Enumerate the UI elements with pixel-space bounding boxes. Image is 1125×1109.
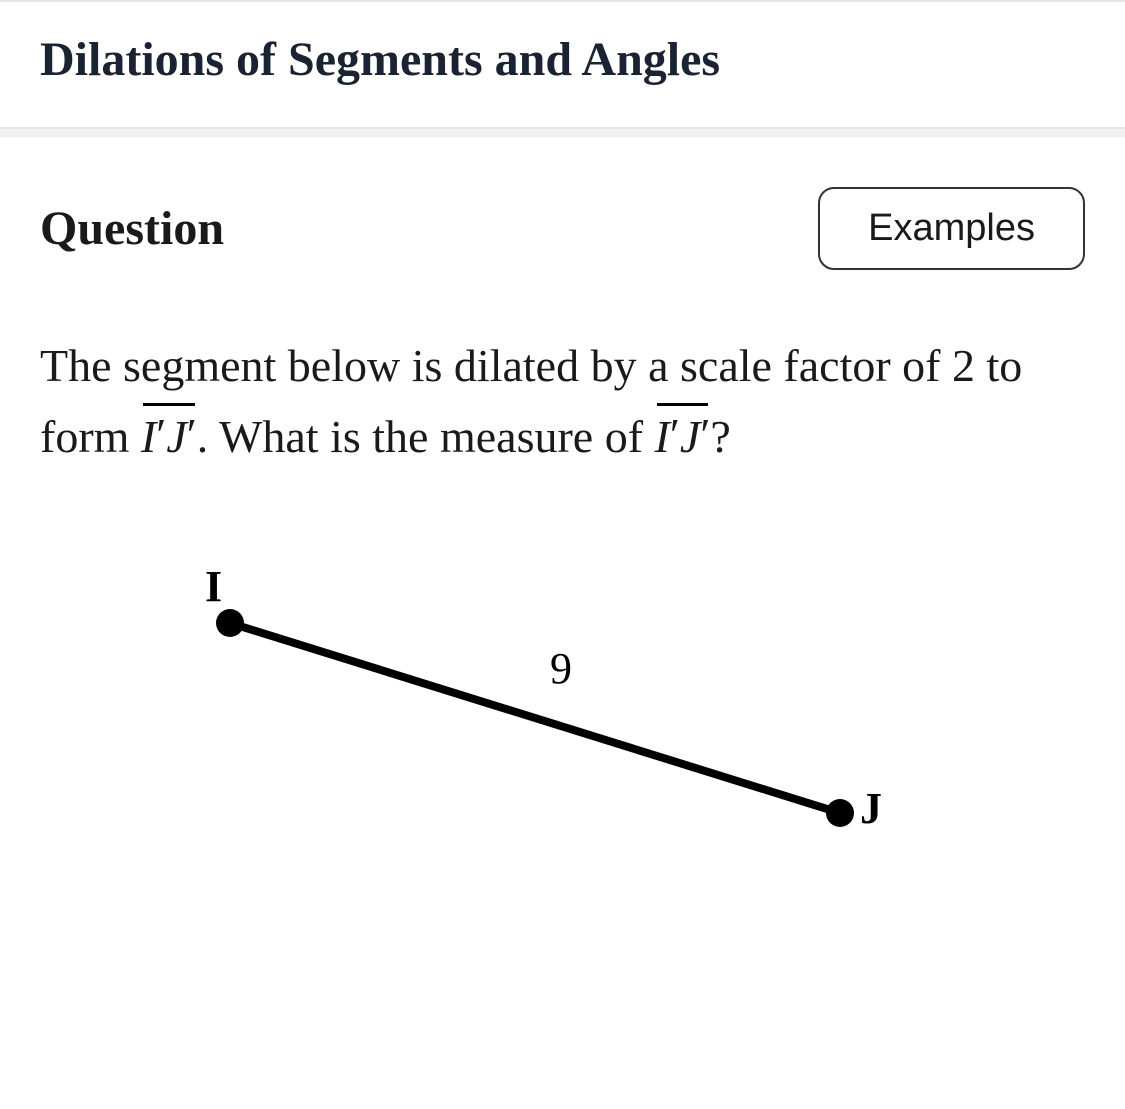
page-title: Dilations of Segments and Angles [40, 32, 1085, 87]
segment-length-label: 9 [550, 644, 572, 693]
prime-mark: ′ [700, 409, 710, 460]
prime-mark: ′ [670, 409, 680, 460]
content-section: Question Examples The segment below is d… [0, 129, 1125, 888]
segment-line [230, 623, 840, 813]
question-text: The segment below is dilated by a scale … [40, 330, 1085, 473]
segment2-I: I [655, 411, 670, 462]
segment1-I: I [141, 411, 156, 462]
question-text-part1: The segment below is dilated by a scale … [40, 340, 952, 391]
question-label: Question [40, 201, 224, 256]
question-text-part4: ? [710, 411, 730, 462]
header-section: Dilations of Segments and Angles [0, 0, 1125, 129]
point-I-label: I [205, 563, 222, 611]
prime-mark: ′ [187, 409, 197, 460]
segment-notation-2: I′J′ [655, 401, 711, 472]
question-row: Question Examples [40, 187, 1085, 270]
overline-bar [143, 403, 195, 406]
segment2-J: J [680, 411, 700, 462]
point-I [216, 609, 244, 637]
overline-bar [657, 403, 709, 406]
point-J [826, 799, 854, 827]
segment-diagram: I J 9 [160, 563, 940, 843]
question-text-part3: . What is the measure of [197, 411, 655, 462]
segment1-J: J [166, 411, 186, 462]
examples-button[interactable]: Examples [818, 187, 1085, 270]
segment-notation-1: I′J′ [141, 401, 197, 472]
point-J-label: J [860, 784, 882, 833]
diagram-container: I J 9 [40, 563, 1085, 848]
prime-mark: ′ [156, 409, 166, 460]
scale-factor-value: 2 [952, 340, 975, 391]
